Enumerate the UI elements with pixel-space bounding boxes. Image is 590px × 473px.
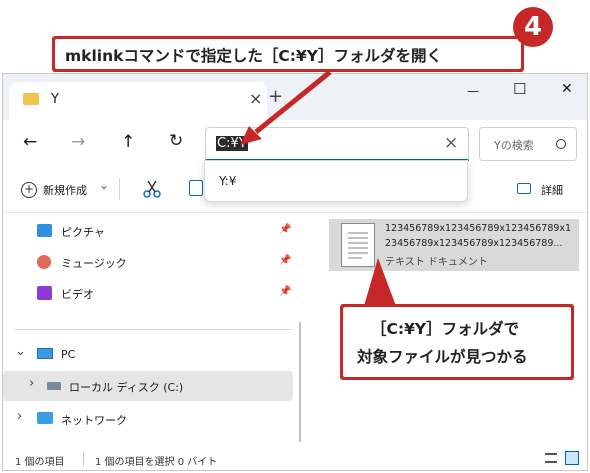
result-callout: ［C:¥Y］フォルダで 対象ファイルが見つかる	[340, 304, 574, 380]
annotation-arrow-2	[364, 258, 396, 306]
result-callout-line2: 対象ファイルが見つかる	[357, 348, 528, 366]
result-callout-line1: ［C:¥Y］フォルダで	[371, 320, 520, 338]
result-callout-inner: ［C:¥Y］フォルダで 対象ファイルが見つかる	[343, 307, 571, 377]
